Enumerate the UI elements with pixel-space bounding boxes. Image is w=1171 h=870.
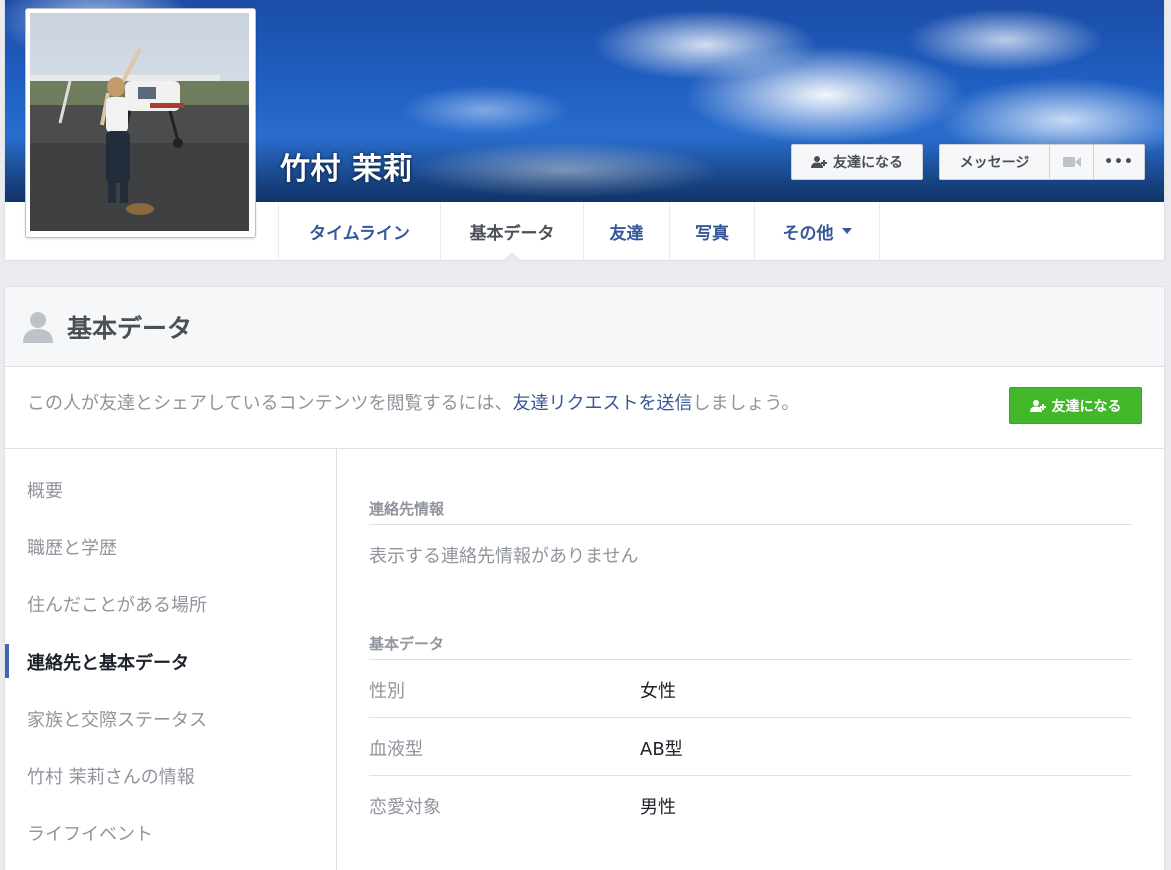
side-nav-contact-basic[interactable]: 連絡先と基本データ <box>27 649 189 675</box>
about-card: 基本データ この人が友達とシェアしているコンテンツを閲覧するには、友達リクエスト… <box>4 286 1165 870</box>
add-friend-button-green[interactable]: 友達になる <box>1009 387 1142 424</box>
about-title: 基本データ <box>67 313 193 343</box>
tab-about[interactable]: 基本データ <box>441 202 584 261</box>
side-nav-work-education[interactable]: 職歴と学歴 <box>27 534 117 560</box>
add-friend-green-label: 友達になる <box>1051 398 1122 415</box>
side-nav-overview[interactable]: 概要 <box>27 477 63 503</box>
tab-friends[interactable]: 友達 <box>584 202 670 260</box>
cover-action-group: メッセージ ••• <box>939 144 1145 180</box>
profile-name[interactable]: 竹村 茉莉 <box>280 144 413 188</box>
add-friend-label: 友達になる <box>833 155 903 171</box>
tab-timeline[interactable]: タイムライン <box>279 202 441 260</box>
about-side-nav: 概要 職歴と学歴 住んだことがある場所 連絡先と基本データ 家族と交際ステータス… <box>5 449 337 870</box>
request-suffix: しましょう。 <box>692 393 800 414</box>
tab-more[interactable]: その他 <box>755 202 880 260</box>
video-camera-icon <box>1062 157 1081 167</box>
add-friend-icon <box>811 156 827 168</box>
side-nav-family[interactable]: 家族と交際ステータス <box>27 706 207 732</box>
divider <box>369 717 1131 718</box>
divider <box>369 524 1131 525</box>
profile-picture[interactable] <box>25 8 256 238</box>
about-header: 基本データ <box>5 287 1164 367</box>
contact-empty-message: 表示する連絡先情報がありません <box>369 546 639 567</box>
add-friend-icon <box>1029 399 1046 412</box>
about-body: 概要 職歴と学歴 住んだことがある場所 連絡先と基本データ 家族と交際ステータス… <box>5 449 1164 870</box>
profile-tabs: タイムライン 基本データ 友達 写真 その他 <box>278 202 880 261</box>
message-button[interactable]: メッセージ <box>940 145 1050 179</box>
video-call-button[interactable] <box>1050 145 1094 179</box>
caret-down-icon <box>841 228 852 234</box>
active-indicator <box>5 644 9 678</box>
request-prefix: この人が友達とシェアしているコンテンツを閲覧するには、 <box>27 393 513 414</box>
add-friend-button[interactable]: 友達になる <box>791 144 923 180</box>
tab-photos[interactable]: 写真 <box>670 202 755 260</box>
gender-label: 性別 <box>369 681 405 702</box>
side-nav-details[interactable]: 竹村 茉莉さんの情報 <box>27 763 195 789</box>
gender-value: 女性 <box>640 681 676 702</box>
interested-in-value: 男性 <box>640 797 676 818</box>
person-icon <box>23 311 53 343</box>
profile-header: 竹村 茉莉 友達になる メッセージ ••• タイムライン 基本データ 友達 写真… <box>4 0 1165 261</box>
friend-request-message: この人が友達とシェアしているコンテンツを閲覧するには、友達リクエストを送信しまし… <box>27 389 799 415</box>
profile-photo-image <box>30 13 249 231</box>
friend-request-bar: この人が友達とシェアしているコンテンツを閲覧するには、友達リクエストを送信しまし… <box>5 367 1164 449</box>
side-nav-life-events[interactable]: ライフイベント <box>27 820 153 846</box>
contact-section-title: 連絡先情報 <box>369 500 445 518</box>
side-nav-places[interactable]: 住んだことがある場所 <box>27 591 207 617</box>
divider <box>369 775 1131 776</box>
divider <box>369 659 1131 660</box>
tab-more-label: その他 <box>782 223 834 244</box>
more-options-button[interactable]: ••• <box>1094 145 1144 179</box>
send-friend-request-link[interactable]: 友達リクエストを送信 <box>512 393 692 414</box>
basic-section-title: 基本データ <box>369 635 445 653</box>
blood-type-value: AB型 <box>640 739 683 760</box>
blood-type-label: 血液型 <box>369 739 423 760</box>
interested-in-label: 恋愛対象 <box>369 797 441 818</box>
